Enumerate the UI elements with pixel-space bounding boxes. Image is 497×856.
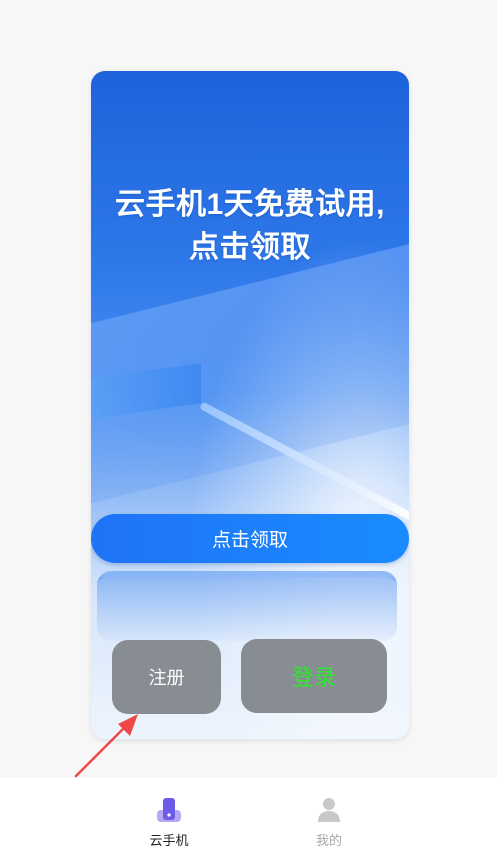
bottom-nav: 云手机 我的: [0, 778, 497, 856]
promo-headline-line1: 云手机1天免费试用,: [114, 188, 386, 221]
nav-item-cloud-phone[interactable]: 云手机: [129, 796, 209, 852]
background-decoration: [97, 571, 397, 641]
annotation-arrow-icon: [74, 714, 138, 778]
promo-headline-line2: 点击领取: [189, 231, 311, 264]
promo-headline: 云手机1天免费试用, 点击领取: [91, 183, 409, 269]
phone-icon: [157, 798, 181, 822]
claim-button[interactable]: 点击领取: [91, 514, 409, 563]
nav-label: 我的: [315, 833, 342, 848]
nav-label: 云手机: [149, 833, 189, 848]
app-screen: 云手机1天免费试用, 点击领取 点击领取 注册 登录 云手机 我的: [0, 0, 497, 856]
person-icon: [318, 798, 340, 822]
nav-item-mine[interactable]: 我的: [289, 796, 369, 852]
register-button[interactable]: 注册: [112, 640, 221, 714]
login-button[interactable]: 登录: [241, 639, 387, 713]
